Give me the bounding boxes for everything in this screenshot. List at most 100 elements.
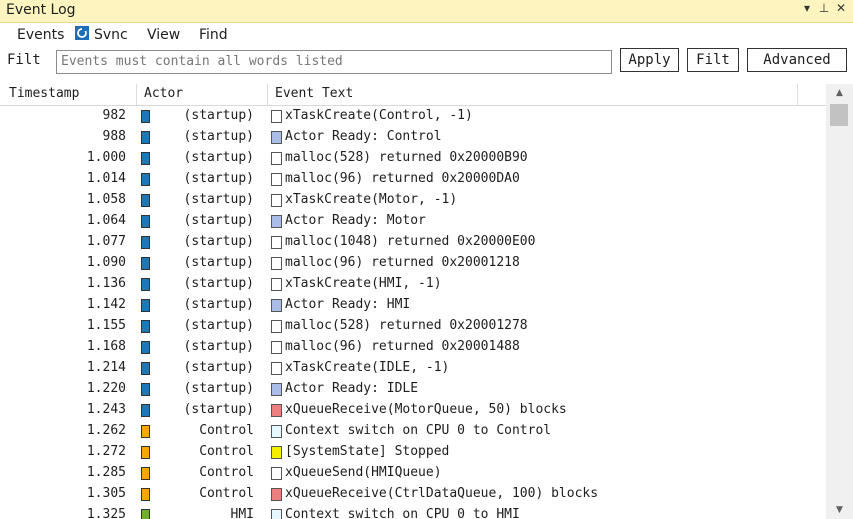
event-text-cell: Actor Ready: Motor — [285, 213, 426, 228]
event-color-swatch — [271, 362, 282, 375]
actor-color-swatch — [141, 446, 150, 459]
event-row[interactable]: 1.214 (startup) xTaskCreate(IDLE, -1) — [0, 357, 826, 378]
event-text-cell: Context switch on CPU 0 to Control — [285, 423, 552, 438]
event-row[interactable]: 1.058 (startup) xTaskCreate(Motor, -1) — [0, 189, 826, 210]
sync-icon[interactable] — [74, 25, 90, 41]
filter-input[interactable]: Events must contain all words listed — [56, 50, 612, 74]
actor-cell: (startup) — [183, 276, 254, 291]
title-bar: Event Log ▾ ⊥ ✕ — [0, 0, 853, 23]
event-row[interactable]: 1.262 Control Context switch on CPU 0 to C… — [0, 420, 826, 441]
event-color-swatch — [271, 404, 282, 417]
menu-view[interactable]: View — [147, 27, 180, 43]
actor-cell: Control — [199, 423, 254, 438]
timestamp-cell: 1.305 — [86, 486, 126, 501]
column-header: Timestamp Actor Event Text — [0, 84, 826, 106]
column-timestamp[interactable]: Timestamp — [9, 86, 79, 101]
timestamp-cell: 1.064 — [86, 213, 126, 228]
event-row[interactable]: 1.014 (startup) malloc(96) returned 0x2000… — [0, 168, 826, 189]
actor-cell: (startup) — [183, 381, 254, 396]
actor-color-swatch — [141, 278, 150, 291]
filter-bar: Filt Events must contain all words liste… — [0, 46, 853, 80]
timestamp-cell: 1.285 — [86, 465, 126, 480]
scroll-down-icon[interactable]: ▼ — [826, 501, 853, 519]
filt-button[interactable]: Filt — [687, 48, 739, 72]
timestamp-cell: 1.262 — [86, 423, 126, 438]
actor-cell: HMI — [230, 507, 254, 519]
timestamp-cell: 1.058 — [86, 192, 126, 207]
event-row[interactable]: 1.272 Control [SystemState] Stopped — [0, 441, 826, 462]
column-event-text[interactable]: Event Text — [275, 86, 353, 101]
timestamp-cell: 1.214 — [86, 360, 126, 375]
event-text-cell: xTaskCreate(IDLE, -1) — [285, 360, 450, 375]
column-divider[interactable] — [267, 84, 268, 105]
event-text-cell: Actor Ready: IDLE — [285, 381, 419, 396]
event-text-cell: malloc(528) returned 0x20000B90 — [285, 150, 528, 165]
advanced-button[interactable]: Advanced — [747, 48, 847, 72]
event-row[interactable]: 1.142 (startup) Actor Ready: HMI — [0, 294, 826, 315]
event-row[interactable]: 1.243 (startup) xQueueReceive(MotorQueue, … — [0, 399, 826, 420]
event-row[interactable]: 1.305 Control xQueueReceive(CtrlDataQueue,… — [0, 483, 826, 504]
event-row[interactable]: 1.064 (startup) Actor Ready: Motor — [0, 210, 826, 231]
event-color-swatch — [271, 152, 282, 165]
event-row[interactable]: 1.220 (startup) Actor Ready: IDLE — [0, 378, 826, 399]
event-color-swatch — [271, 173, 282, 186]
window-title: Event Log — [6, 2, 76, 18]
actor-color-swatch — [141, 383, 150, 396]
column-divider[interactable] — [136, 84, 137, 105]
event-row[interactable]: 1.155 (startup) malloc(528) returned 0x200… — [0, 315, 826, 336]
event-row[interactable]: 1.285 Control xQueueSend(HMIQueue) — [0, 462, 826, 483]
event-color-swatch — [271, 425, 282, 438]
event-list[interactable]: 982 (startup) xTaskCreate(Control, -1) 988 (… — [0, 105, 826, 519]
column-divider[interactable] — [797, 84, 798, 105]
event-color-swatch — [271, 278, 282, 291]
actor-cell: Control — [199, 465, 254, 480]
event-color-swatch — [271, 215, 282, 228]
actor-cell: (startup) — [183, 129, 254, 144]
event-text-cell: xTaskCreate(Motor, -1) — [285, 192, 458, 207]
menu-events[interactable]: Events — [17, 27, 64, 43]
event-row[interactable]: 988 (startup) Actor Ready: Control — [0, 126, 826, 147]
scroll-thumb[interactable] — [830, 104, 848, 126]
event-row[interactable]: 1.090 (startup) malloc(96) returned 0x2000… — [0, 252, 826, 273]
actor-color-swatch — [141, 425, 150, 438]
actor-color-swatch — [141, 110, 150, 123]
timestamp-cell: 1.168 — [86, 339, 126, 354]
actor-cell: (startup) — [183, 339, 254, 354]
actor-cell: Control — [199, 444, 254, 459]
menu-sync[interactable]: Svnc — [94, 27, 128, 43]
event-color-swatch — [271, 110, 282, 123]
apply-button[interactable]: Apply — [620, 48, 679, 72]
column-actor[interactable]: Actor — [144, 86, 183, 101]
event-color-swatch — [271, 257, 282, 270]
scroll-up-icon[interactable]: ▲ — [826, 84, 853, 102]
timestamp-cell: 1.325 — [86, 507, 126, 519]
actor-cell: (startup) — [183, 297, 254, 312]
dropdown-arrow-icon[interactable]: ▾ — [800, 1, 814, 15]
event-color-swatch — [271, 131, 282, 144]
event-row[interactable]: 1.077 (startup) malloc(1048) returned 0x20… — [0, 231, 826, 252]
actor-color-swatch — [141, 173, 150, 186]
event-row[interactable]: 1.000 (startup) malloc(528) returned 0x200… — [0, 147, 826, 168]
actor-color-swatch — [141, 257, 150, 270]
event-text-cell: Actor Ready: Control — [285, 129, 442, 144]
event-color-swatch — [271, 341, 282, 354]
event-color-swatch — [271, 467, 282, 480]
event-row[interactable]: 1.168 (startup) malloc(96) returned 0x2000… — [0, 336, 826, 357]
timestamp-cell: 982 — [102, 108, 126, 123]
event-row[interactable]: 1.325 HMI Context switch on CPU 0 to HMI — [0, 504, 826, 519]
actor-color-swatch — [141, 341, 150, 354]
vertical-scrollbar[interactable]: ▲ ▼ — [826, 84, 853, 519]
event-row[interactable]: 982 (startup) xTaskCreate(Control, -1) — [0, 105, 826, 126]
pin-icon[interactable]: ⊥ — [817, 1, 831, 15]
actor-cell: Control — [199, 486, 254, 501]
event-text-cell: malloc(96) returned 0x20001218 — [285, 255, 520, 270]
actor-color-swatch — [141, 194, 150, 207]
close-icon[interactable]: ✕ — [834, 1, 848, 15]
event-text-cell: xTaskCreate(HMI, -1) — [285, 276, 442, 291]
event-text-cell: [SystemState] Stopped — [285, 444, 450, 459]
menu-find[interactable]: Find — [199, 27, 228, 43]
event-row[interactable]: 1.136 (startup) xTaskCreate(HMI, -1) — [0, 273, 826, 294]
event-text-cell: malloc(1048) returned 0x20000E00 — [285, 234, 536, 249]
event-color-swatch — [271, 320, 282, 333]
actor-cell: (startup) — [183, 150, 254, 165]
